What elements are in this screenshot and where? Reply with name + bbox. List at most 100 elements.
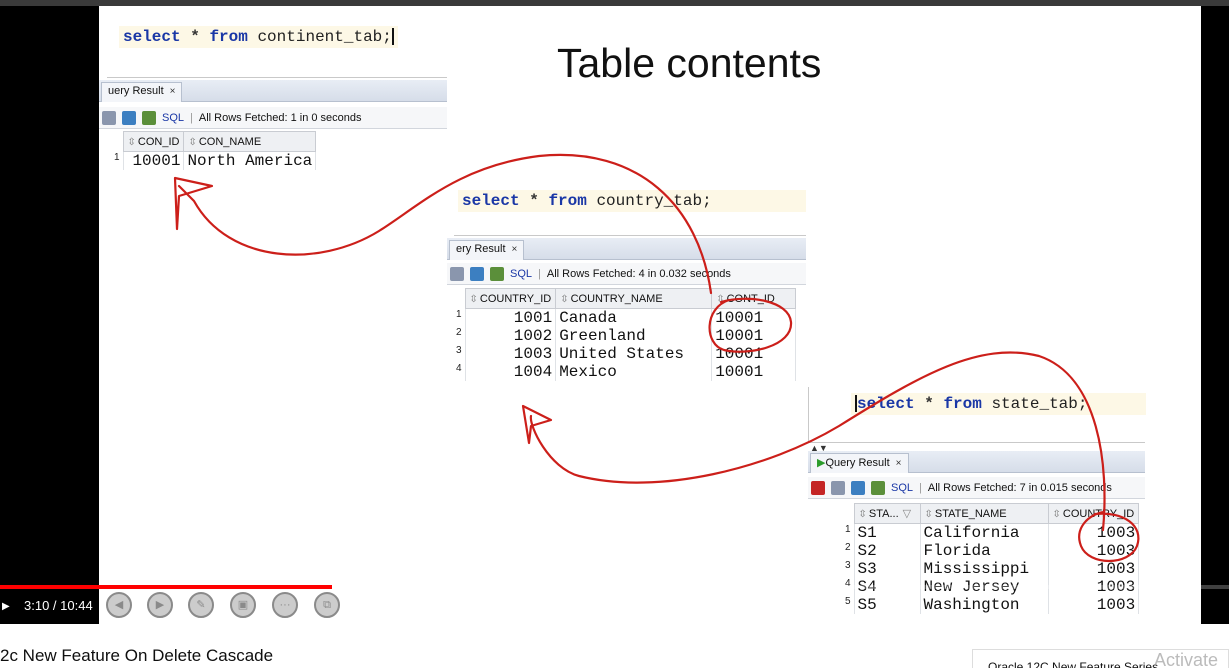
cell-country-name[interactable]: Greenland [555, 327, 713, 345]
sql-link[interactable]: SQL [162, 112, 184, 124]
continent-sql: select * from continent_tab; [119, 26, 398, 48]
annotation-arrowhead-continent [173, 176, 214, 231]
pin-icon[interactable] [811, 481, 825, 495]
activation-watermark: Activate [1154, 650, 1219, 668]
sql-table-name: country_tab; [596, 192, 712, 210]
tab-label: uery Result [108, 85, 164, 97]
column-header-con-id[interactable]: ⇳ CON_ID [122, 131, 185, 152]
chapter-prev-icon[interactable]: ◀ [106, 592, 132, 618]
print-icon[interactable] [450, 267, 464, 281]
column-header-state-id[interactable]: ⇳ STA... ▽ [853, 503, 921, 524]
query-result-tab[interactable]: ery Result × [449, 240, 525, 260]
cell-cont-id[interactable]: 10001 [711, 308, 797, 327]
sql-link[interactable]: SQL [510, 268, 532, 280]
table-row[interactable]: 4 1004 Mexico 10001 [447, 363, 797, 381]
export-icon[interactable] [142, 111, 156, 125]
column-header-country-id[interactable]: ⇳ COUNTRY_ID [464, 288, 557, 309]
cell-country-id[interactable]: 1003 [1048, 523, 1140, 542]
annotate-icon[interactable]: ✎ [188, 592, 214, 618]
query-result-tab[interactable]: uery Result × [101, 82, 183, 102]
cell-cont-id[interactable]: 10001 [711, 327, 797, 345]
screen-icon[interactable]: ⧉ [314, 592, 340, 618]
result-tabstrip: ery Result × [447, 238, 806, 260]
cell-state-name[interactable]: Florida [920, 542, 1049, 560]
cell-state-name[interactable]: Mississippi [920, 560, 1049, 578]
column-header-cont-id[interactable]: ⇳ CONT_ID [711, 288, 797, 309]
column-header-con-name[interactable]: ⇳ CON_NAME [183, 131, 317, 152]
cell-country-id[interactable]: 1003 [1048, 560, 1140, 578]
close-icon[interactable]: × [512, 244, 518, 255]
state-editor: select * from state_tab; [808, 387, 1146, 443]
refresh-icon[interactable] [122, 111, 136, 125]
more-icon[interactable]: ··· [272, 592, 298, 618]
cell-con-name[interactable]: North America [183, 151, 317, 170]
time-readout: 3:10 / 10:44 [24, 598, 93, 613]
cell-country-name[interactable]: United States [555, 345, 713, 363]
row-number: 4 [447, 363, 466, 381]
query-result-tab[interactable]: ▶Query Result × [810, 453, 909, 473]
table-row[interactable]: 1 S1 California 1003 [836, 523, 1140, 542]
filter-icon[interactable]: ▽ [903, 508, 911, 520]
cell-state-name[interactable]: California [920, 523, 1049, 542]
camera-icon[interactable]: ▣ [230, 592, 256, 618]
table-row[interactable]: 1 1001 Canada 10001 [447, 308, 797, 327]
cell-country-id[interactable]: 1001 [465, 308, 557, 327]
continent-editor: select * from continent_tab; [107, 20, 447, 78]
continent-result-panel: uery Result × SQL | All Rows Fetched: 1 in … [99, 80, 447, 170]
refresh-icon[interactable] [470, 267, 484, 281]
sql-keyword-from: from [548, 192, 587, 210]
cell-con-id[interactable]: 10001 [123, 151, 185, 170]
result-toolbar: SQL | All Rows Fetched: 1 in 0 seconds [99, 107, 447, 129]
chapter-next-icon[interactable]: ▶ [147, 592, 173, 618]
separator: | [190, 112, 193, 124]
cell-state-id[interactable]: S2 [854, 542, 921, 560]
progress-played [0, 585, 332, 589]
print-icon[interactable] [831, 481, 845, 495]
cell-country-id[interactable]: 1004 [465, 363, 557, 381]
rownum-header [105, 131, 123, 152]
cell-cont-id[interactable]: 10001 [711, 345, 797, 363]
sort-icon: ⇳ [716, 293, 725, 305]
cell-country-id[interactable]: 1003 [465, 345, 557, 363]
column-header-state-name[interactable]: ⇳ STATE_NAME [919, 503, 1049, 524]
table-row[interactable]: 3 S3 Mississippi 1003 [836, 560, 1140, 578]
sql-keyword-from: from [943, 395, 982, 413]
text-caret [391, 28, 394, 46]
table-row[interactable]: 2 S2 Florida 1003 [836, 542, 1140, 560]
next-video-title[interactable]: Oracle 12C New Feature Series [988, 660, 1158, 668]
continent-grid: ⇳ CON_ID ⇳ CON_NAME 1 10001 North America [105, 131, 317, 170]
result-tabstrip: ▶Query Result × [808, 451, 1145, 473]
play-icon[interactable]: ▶ [2, 599, 14, 615]
cell-country-name[interactable]: Canada [555, 308, 713, 327]
close-icon[interactable]: × [896, 458, 902, 469]
sql-keyword-select: select [857, 395, 915, 413]
cell-country-name[interactable]: Mexico [555, 363, 713, 381]
row-number: 1 [105, 151, 124, 170]
cell-state-id[interactable]: S3 [854, 560, 921, 578]
player-controls: ▶ 3:10 / 10:44 ◀ ▶ ✎ ▣ ··· ⧉ [0, 585, 1229, 624]
video-player[interactable]: Table contents select * from continent_t… [0, 0, 1229, 624]
close-icon[interactable]: × [170, 86, 176, 97]
table-row[interactable]: 2 1002 Greenland 10001 [447, 327, 797, 345]
cell-country-id[interactable]: 1003 [1048, 542, 1140, 560]
refresh-icon[interactable] [851, 481, 865, 495]
column-header-country-name[interactable]: ⇳ COUNTRY_NAME [555, 288, 713, 309]
column-header-country-id[interactable]: ⇳ COUNTRY_ID [1047, 503, 1140, 524]
cell-cont-id[interactable]: 10001 [711, 363, 797, 381]
export-icon[interactable] [871, 481, 885, 495]
progress-bar[interactable] [0, 585, 1229, 589]
fetch-status: All Rows Fetched: 1 in 0 seconds [198, 112, 362, 124]
row-number: 3 [447, 345, 466, 363]
state-sql: select * from state_tab; [851, 393, 1146, 415]
sql-keyword-select: select [462, 192, 520, 210]
row-number: 2 [447, 327, 466, 345]
table-row[interactable]: 1 10001 North America [105, 151, 317, 170]
sql-keyword-select: select [123, 28, 181, 46]
cell-state-id[interactable]: S1 [854, 523, 921, 542]
sql-link[interactable]: SQL [891, 482, 913, 494]
export-icon[interactable] [490, 267, 504, 281]
video-title[interactable]: 2c New Feature On Delete Cascade [0, 646, 273, 666]
print-icon[interactable] [102, 111, 116, 125]
table-row[interactable]: 3 1003 United States 10001 [447, 345, 797, 363]
cell-country-id[interactable]: 1002 [465, 327, 557, 345]
